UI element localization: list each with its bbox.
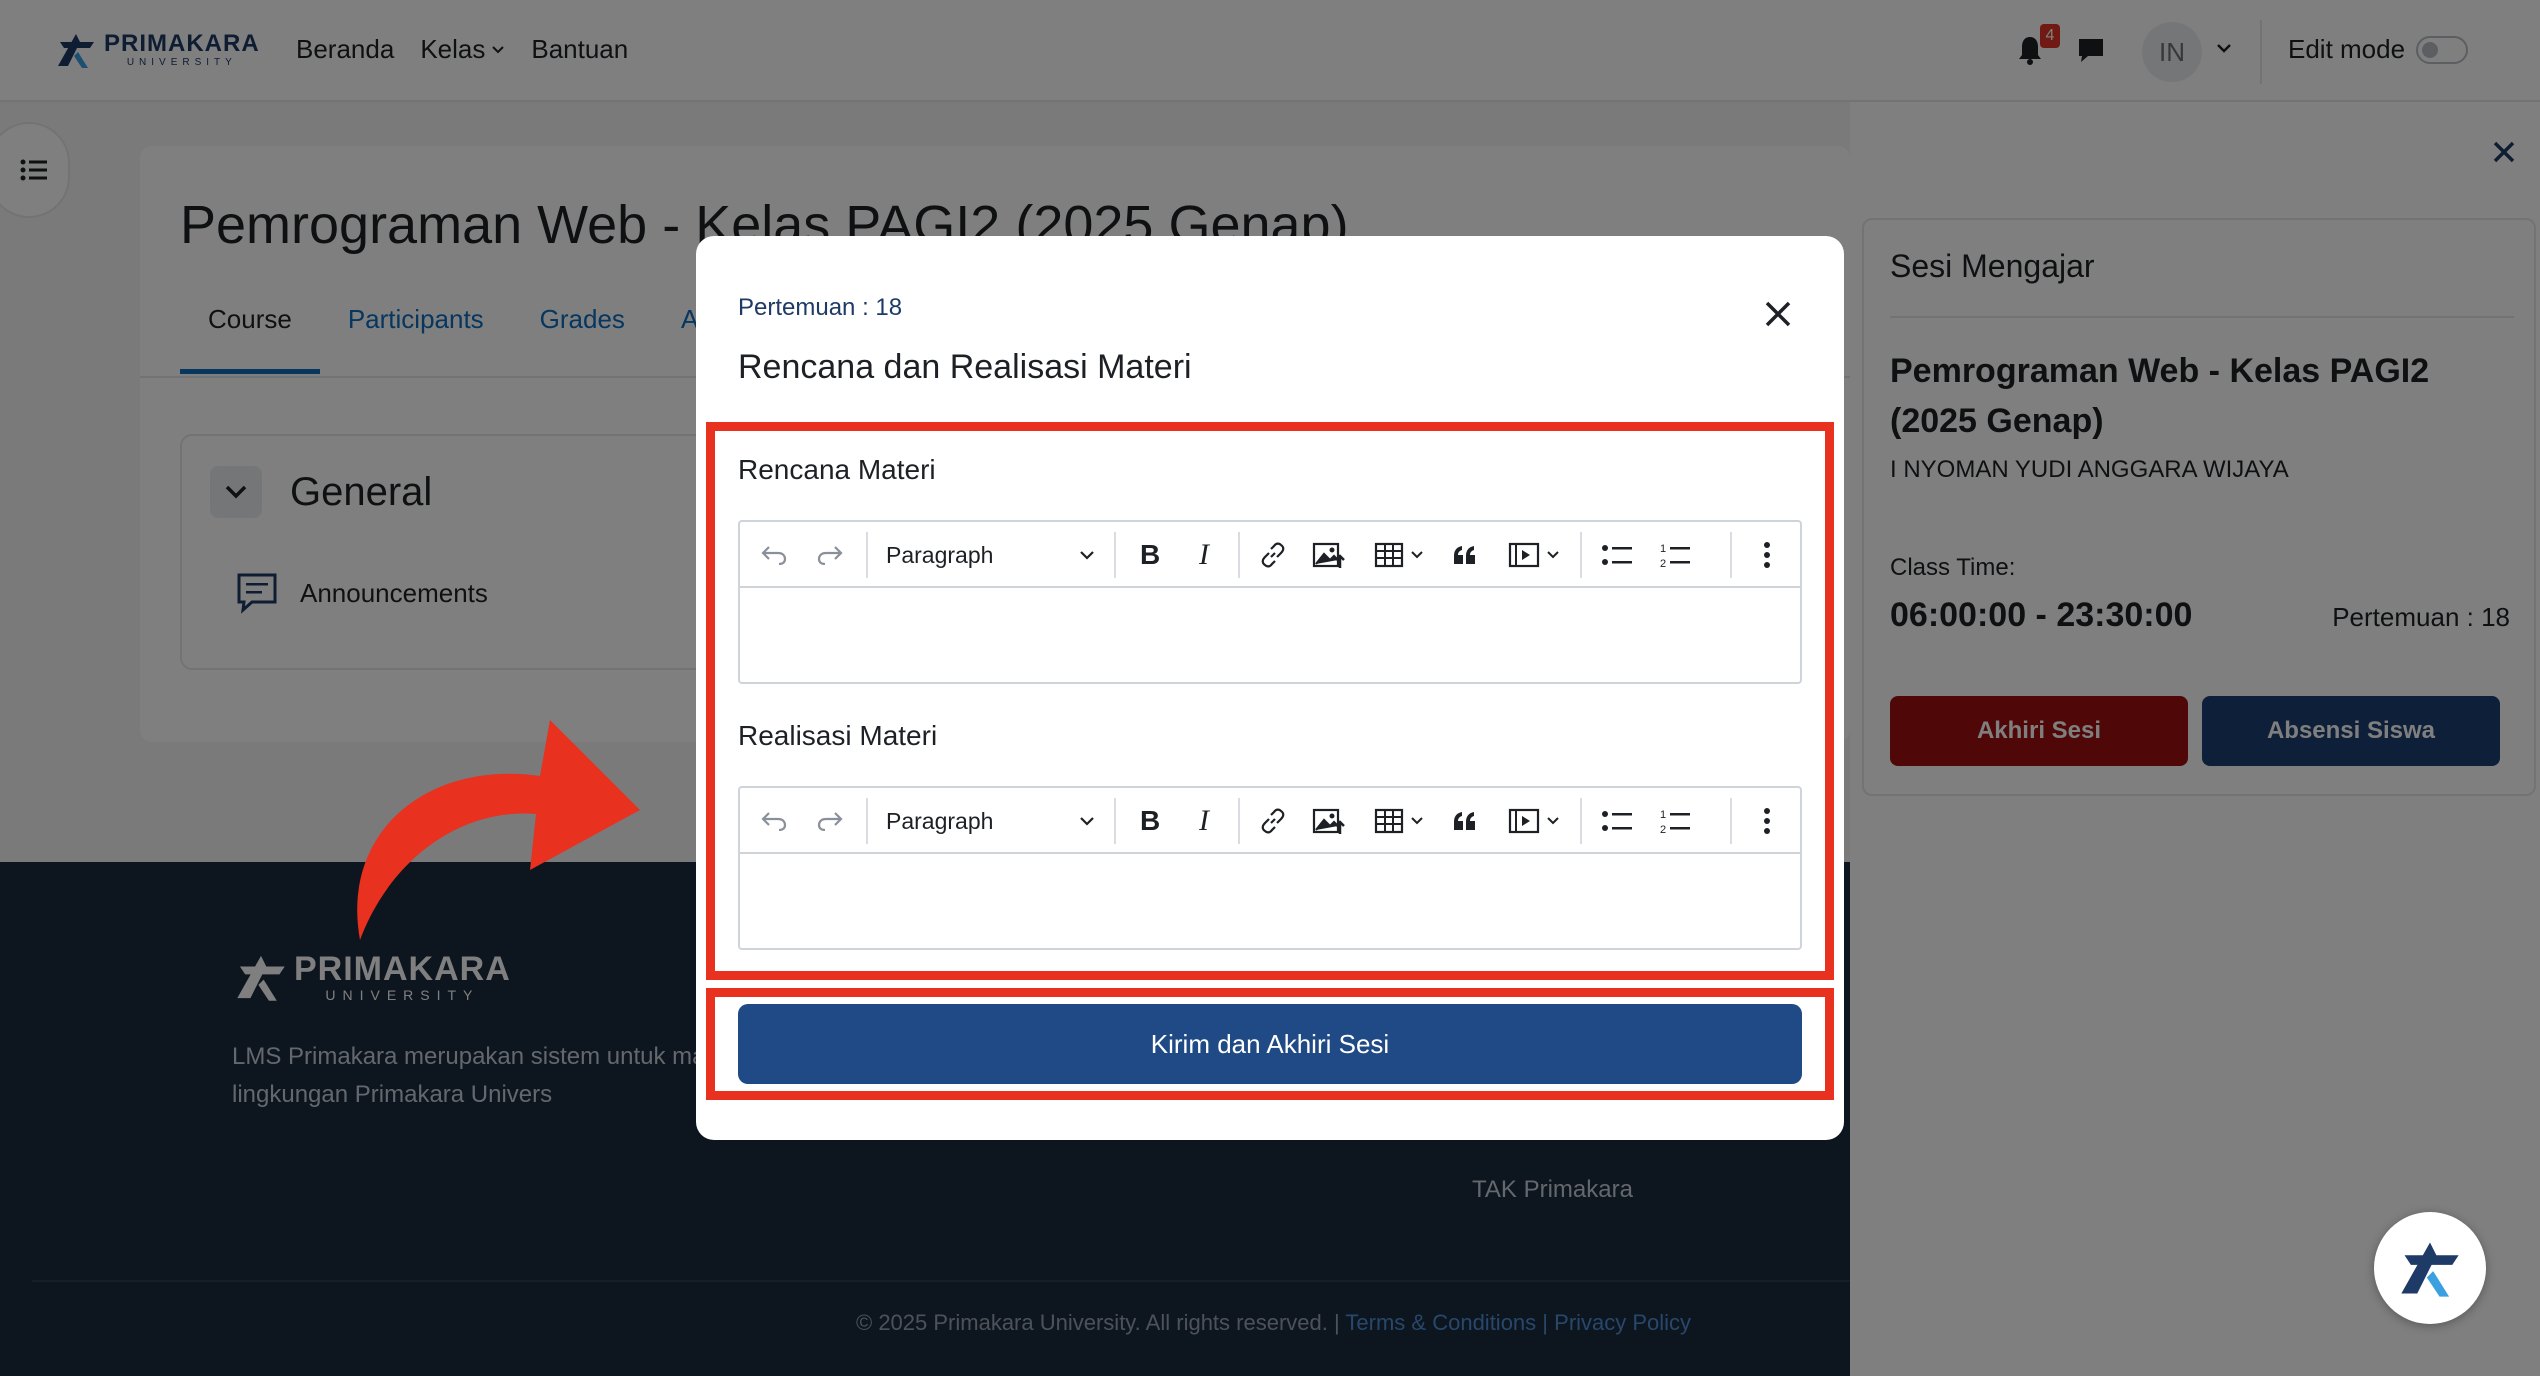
bold-icon: B (1140, 807, 1160, 835)
paragraph-select-label: Paragraph (886, 807, 994, 834)
insert-image-button[interactable] (1302, 788, 1356, 854)
undo-icon (761, 546, 787, 565)
realisasi-materi-label: Realisasi Materi (738, 720, 938, 751)
floating-brand-button[interactable] (2374, 1212, 2486, 1324)
svg-text:B: B (1140, 541, 1160, 569)
table-icon (1374, 542, 1404, 568)
primakara-logo-icon (2401, 1242, 2459, 1297)
link-icon (1261, 808, 1285, 834)
paragraph-select-label: Paragraph (886, 541, 994, 568)
link-button[interactable] (1248, 522, 1298, 588)
paragraph-select[interactable]: Paragraph (876, 522, 1106, 588)
redo-icon (817, 546, 843, 565)
chevron-down-icon (1080, 551, 1094, 560)
numbered-list-icon: 12 (1660, 543, 1690, 569)
link-icon (1261, 542, 1285, 568)
italic-icon: I (1198, 541, 1211, 569)
bullet-list-icon (1602, 545, 1632, 565)
bold-button[interactable]: B (1124, 522, 1174, 588)
chevron-down-icon (1547, 551, 1559, 559)
bullet-list-button[interactable] (1590, 788, 1644, 854)
quote-icon (1454, 546, 1475, 564)
numbered-list-icon: 12 (1660, 809, 1690, 835)
bullet-list-button[interactable] (1590, 522, 1644, 588)
red-arrow-annotation (357, 720, 640, 940)
svg-text:1: 1 (1660, 809, 1666, 821)
svg-text:1: 1 (1660, 543, 1666, 555)
media-button[interactable] (1496, 522, 1572, 588)
more-vertical-icon (1764, 808, 1770, 834)
svg-text:2: 2 (1660, 558, 1666, 569)
editor-toolbar: Paragraph B I 1 2 (740, 522, 1800, 588)
table-icon (1374, 808, 1404, 834)
numbered-list-button[interactable]: 12 (1648, 522, 1702, 588)
chevron-down-icon (1411, 551, 1423, 559)
undo-button[interactable] (750, 788, 798, 854)
italic-button[interactable]: I (1180, 788, 1230, 854)
realisasi-materi-editor: Paragraph B I 1 2 (738, 786, 1802, 950)
blockquote-button[interactable] (1440, 522, 1490, 588)
svg-text:I: I (1198, 807, 1211, 835)
svg-text:2: 2 (1660, 824, 1666, 835)
undo-button[interactable] (750, 522, 798, 588)
italic-button[interactable]: I (1180, 522, 1230, 588)
media-button[interactable] (1496, 788, 1572, 854)
redo-button[interactable] (806, 522, 854, 588)
bold-icon: B (1140, 541, 1160, 569)
image-upload-icon (1312, 542, 1345, 568)
chevron-down-icon (1411, 817, 1423, 825)
svg-text:B: B (1140, 807, 1160, 835)
undo-icon (761, 812, 787, 831)
table-button[interactable] (1364, 788, 1434, 854)
media-icon (1508, 542, 1540, 568)
insert-image-button[interactable] (1302, 522, 1356, 588)
italic-icon: I (1198, 807, 1211, 835)
image-upload-icon (1312, 808, 1345, 834)
bold-button[interactable]: B (1124, 788, 1174, 854)
numbered-list-button[interactable]: 12 (1648, 788, 1702, 854)
kirim-akhiri-sesi-button[interactable]: Kirim dan Akhiri Sesi (738, 1004, 1802, 1084)
table-button[interactable] (1364, 522, 1434, 588)
redo-button[interactable] (806, 788, 854, 854)
chevron-down-icon (1080, 817, 1094, 826)
editor-toolbar: Paragraph B I 1 2 (740, 788, 1800, 854)
paragraph-select[interactable]: Paragraph (876, 788, 1106, 854)
more-options-button[interactable] (1740, 788, 1794, 854)
close-icon[interactable] (1762, 298, 1794, 330)
chevron-down-icon (1547, 817, 1559, 825)
media-icon (1508, 808, 1540, 834)
rencana-materi-label: Rencana Materi (738, 454, 936, 485)
redo-icon (817, 812, 843, 831)
more-options-button[interactable] (1740, 522, 1794, 588)
rencana-realisasi-modal: Pertemuan : 18 Rencana dan Realisasi Mat… (696, 236, 1844, 1140)
blockquote-button[interactable] (1440, 788, 1490, 854)
bullet-list-icon (1602, 811, 1632, 831)
svg-text:I: I (1198, 541, 1211, 569)
modal-pertemuan: Pertemuan : 18 (738, 294, 903, 321)
link-button[interactable] (1248, 788, 1298, 854)
quote-icon (1454, 812, 1475, 830)
modal-title: Rencana dan Realisasi Materi (738, 348, 1192, 386)
more-vertical-icon (1764, 542, 1770, 568)
rencana-materi-editor: Paragraph B I 1 2 (738, 520, 1802, 684)
